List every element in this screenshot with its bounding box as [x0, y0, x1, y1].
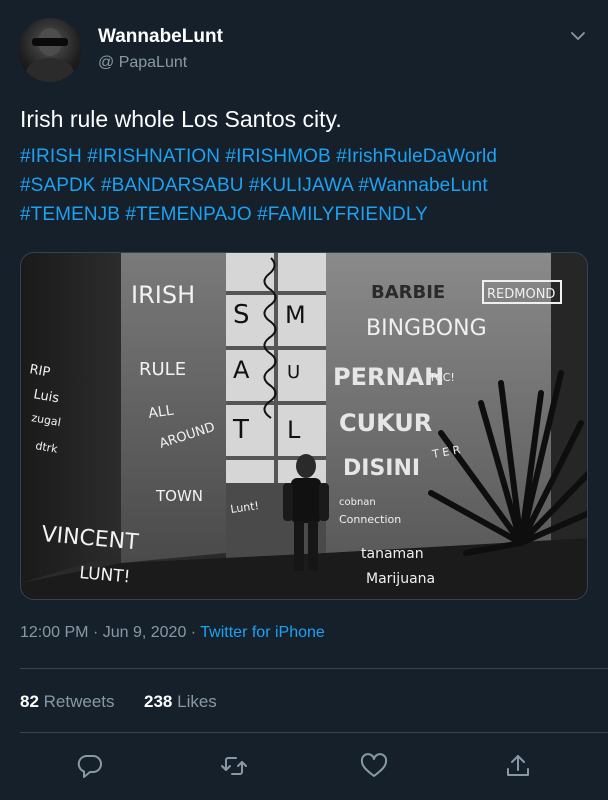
graffiti-text: Marijuana — [366, 571, 435, 587]
graffiti-text: TCC! — [428, 371, 455, 384]
graffiti-text: S — [233, 300, 250, 330]
hashtag-line[interactable]: #IRISH #IRISHNATION #IRISHMOB #IrishRule… — [20, 142, 590, 171]
divider — [20, 732, 608, 733]
graffiti-text: IRISH — [131, 281, 195, 309]
graffiti-text: DISINI — [343, 456, 420, 481]
graffiti-text: M — [285, 301, 306, 329]
likes-label: Likes — [177, 692, 217, 711]
graffiti-text: REDMOND — [487, 287, 555, 302]
divider — [20, 668, 608, 669]
graffiti-text: RULE — [139, 359, 186, 380]
display-name[interactable]: WannabeLunt — [98, 26, 223, 48]
graffiti-text: PERNAH — [333, 363, 444, 391]
likes-count: 238 — [144, 692, 173, 711]
tweet-date[interactable]: Jun 9, 2020 — [103, 624, 187, 641]
graffiti-text: BINGBONG — [366, 316, 487, 341]
avatar[interactable] — [18, 18, 82, 82]
graffiti-text: L — [287, 416, 301, 444]
heart-icon[interactable] — [360, 752, 388, 780]
graffiti-text: cobnan — [339, 497, 376, 508]
retweets-label: Retweets — [43, 692, 115, 711]
tweet-text: Irish rule whole Los Santos city. — [20, 106, 342, 132]
retweets-count: 82 — [20, 692, 39, 711]
tweet-header: WannabeLunt @ PapaLunt — [18, 18, 590, 82]
reply-icon[interactable] — [76, 752, 104, 780]
tweet-media-image[interactable]: RIP Luis zugal dtrk IRISH RULE ALL AROUN… — [20, 252, 588, 600]
chevron-down-icon[interactable] — [568, 26, 588, 46]
graffiti-text: BARBIE — [371, 282, 445, 303]
tweet-time[interactable]: 12:00 PM — [20, 624, 88, 641]
tweet-source[interactable]: Twitter for iPhone — [200, 624, 325, 641]
tweet-timestamp: 12:00 PM · Jun 9, 2020 · Twitter for iPh… — [20, 624, 325, 642]
user-handle[interactable]: @ PapaLunt — [98, 54, 187, 72]
graffiti-text: Connection — [339, 513, 401, 526]
graffiti-scene: RIP Luis zugal dtrk IRISH RULE ALL AROUN… — [21, 253, 587, 599]
graffiti-text: U — [287, 362, 300, 383]
graffiti-text: T — [232, 415, 249, 445]
engagement-stats: 82 Retweets 238 Likes — [20, 692, 217, 712]
retweets-stat[interactable]: 82 Retweets — [20, 692, 115, 711]
share-icon[interactable] — [504, 752, 532, 780]
hashtag-line[interactable]: #SAPDK #BANDARSABU #KULIJAWA #WannabeLun… — [20, 171, 590, 200]
graffiti-text: tanaman — [361, 546, 424, 562]
graffiti-text: CUKUR — [339, 409, 432, 437]
avatar-eye-band — [32, 38, 68, 46]
avatar-body — [26, 58, 74, 82]
meta-separator: · — [190, 624, 197, 641]
meta-separator: · — [92, 624, 99, 641]
graffiti-text: TOWN — [155, 487, 203, 505]
likes-stat[interactable]: 238 Likes — [144, 692, 217, 711]
hashtag-line[interactable]: #TEMENJB #TEMENPAJO #FAMILYFRIENDLY — [20, 200, 590, 229]
hashtag-block: #IRISH #IRISHNATION #IRISHMOB #IrishRule… — [20, 142, 590, 229]
graffiti-text: A — [233, 356, 250, 384]
retweet-icon[interactable] — [220, 752, 248, 780]
action-bar — [0, 748, 608, 788]
